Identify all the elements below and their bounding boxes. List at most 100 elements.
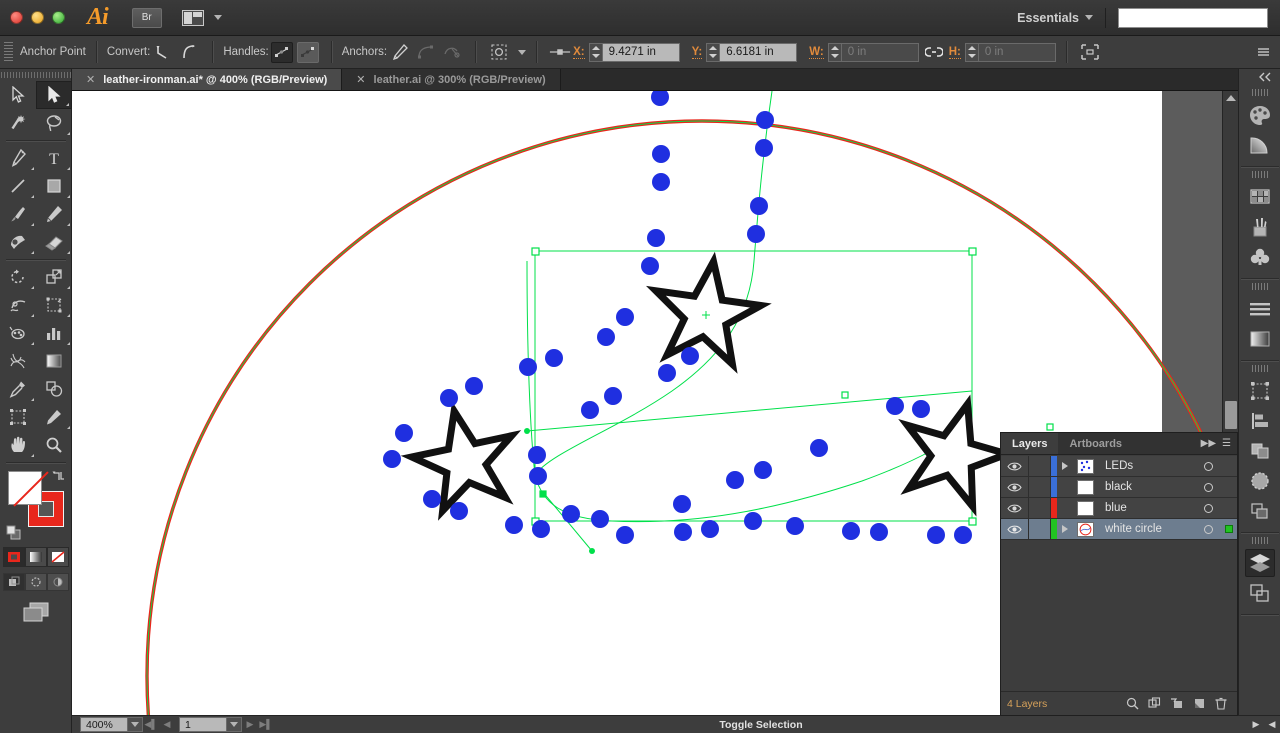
stroke-panel-icon[interactable] bbox=[1245, 295, 1275, 323]
screen-mode-button[interactable] bbox=[0, 601, 71, 623]
status-menu-button[interactable]: ▶ bbox=[1248, 717, 1264, 733]
layer-visibility-toggle[interactable] bbox=[1001, 477, 1029, 497]
symbols-panel-icon[interactable] bbox=[1245, 243, 1275, 271]
layer-name[interactable]: black bbox=[1097, 481, 1195, 493]
line-segment-tool[interactable] bbox=[0, 172, 36, 200]
layer-lock-toggle[interactable] bbox=[1029, 498, 1051, 518]
layer-name[interactable]: blue bbox=[1097, 502, 1195, 514]
magic-wand-tool[interactable] bbox=[0, 109, 36, 137]
scrollbar-thumb[interactable] bbox=[1225, 401, 1237, 429]
collapse-icon[interactable] bbox=[1148, 697, 1161, 710]
gradient-fill-button[interactable] bbox=[24, 547, 47, 567]
layer-expand-arrow[interactable] bbox=[1057, 462, 1073, 470]
tool-flyout-indicator[interactable] bbox=[31, 167, 34, 170]
gradient-panel-icon[interactable] bbox=[1245, 325, 1275, 353]
tool-flyout-indicator[interactable] bbox=[67, 342, 70, 345]
swap-fill-stroke-icon[interactable] bbox=[52, 469, 66, 483]
dock-group-grip[interactable] bbox=[1251, 537, 1268, 544]
direct-selection-tool[interactable] bbox=[36, 81, 72, 109]
make-sublayer-icon[interactable] bbox=[1170, 697, 1184, 710]
swatches-panel-icon[interactable] bbox=[1245, 183, 1275, 211]
slice-tool[interactable] bbox=[36, 403, 72, 431]
layer-visibility-toggle[interactable] bbox=[1001, 498, 1029, 518]
hide-handles-button[interactable] bbox=[296, 41, 319, 63]
artboard-number-input[interactable]: 1 bbox=[179, 717, 227, 732]
previous-artboard-button[interactable]: ◀ bbox=[159, 717, 175, 733]
workspace-switcher[interactable]: Essentials bbox=[1017, 11, 1079, 25]
arrange-documents-button[interactable] bbox=[181, 9, 222, 26]
none-fill-button[interactable] bbox=[46, 547, 69, 567]
y-stepper[interactable] bbox=[706, 42, 720, 62]
tools-panel-grip[interactable] bbox=[0, 69, 71, 81]
layer-target-circle[interactable] bbox=[1195, 461, 1221, 471]
draw-inside-button[interactable] bbox=[46, 573, 69, 591]
go-to-bridge-button[interactable]: Br bbox=[131, 7, 162, 28]
pencil-tool[interactable] bbox=[36, 200, 72, 228]
panel-menu-icon[interactable]: ☰ bbox=[1222, 438, 1231, 449]
document-tab-active[interactable]: ✕ leather-ironman.ai* @ 400% (RGB/Previe… bbox=[72, 69, 343, 90]
tool-flyout-indicator[interactable] bbox=[31, 314, 34, 317]
layer-target-circle[interactable] bbox=[1195, 524, 1221, 534]
close-icon[interactable]: ✕ bbox=[356, 73, 365, 86]
dock-group-grip[interactable] bbox=[1251, 171, 1268, 178]
tool-flyout-indicator[interactable] bbox=[31, 195, 34, 198]
artboard-dropdown[interactable] bbox=[227, 717, 242, 732]
pathfinder-panel-icon[interactable] bbox=[1245, 437, 1275, 465]
eyedropper-tool[interactable] bbox=[0, 375, 36, 403]
document-tab-inactive[interactable]: ✕ leather.ai @ 300% (RGB/Preview) bbox=[342, 69, 561, 90]
blob-brush-tool[interactable] bbox=[0, 228, 36, 256]
layer-row-black[interactable]: black bbox=[1001, 477, 1237, 498]
layers-panel[interactable]: Layers Artboards ▶▶ ☰ LEDs black blue wh… bbox=[1000, 432, 1238, 716]
gradient-tool[interactable] bbox=[36, 347, 72, 375]
brushes-panel-icon[interactable] bbox=[1245, 213, 1275, 241]
convert-to-corner-button[interactable] bbox=[152, 42, 174, 63]
symbol-sprayer-tool[interactable] bbox=[0, 319, 36, 347]
minimize-window-button[interactable] bbox=[31, 11, 44, 24]
last-artboard-button[interactable]: ▶▌ bbox=[258, 717, 274, 733]
tab-artboards[interactable]: Artboards bbox=[1058, 433, 1133, 454]
color-fill-button[interactable] bbox=[2, 547, 25, 567]
tool-flyout-indicator[interactable] bbox=[31, 223, 34, 226]
tab-layers[interactable]: Layers bbox=[1001, 433, 1059, 454]
layer-lock-toggle[interactable] bbox=[1029, 456, 1051, 476]
mesh-tool[interactable] bbox=[0, 347, 36, 375]
close-icon[interactable]: ✕ bbox=[86, 73, 95, 86]
tool-flyout-indicator[interactable] bbox=[67, 426, 70, 429]
artboard-tool[interactable] bbox=[0, 403, 36, 431]
tool-flyout-indicator[interactable] bbox=[31, 454, 34, 457]
pen-tool[interactable] bbox=[0, 144, 36, 172]
layer-lock-toggle[interactable] bbox=[1029, 477, 1051, 497]
collapse-dock-button[interactable] bbox=[1239, 69, 1280, 85]
rectangle-tool[interactable] bbox=[36, 172, 72, 200]
tool-flyout-indicator[interactable] bbox=[31, 398, 34, 401]
tool-flyout-indicator[interactable] bbox=[67, 132, 70, 135]
control-bar-grip[interactable] bbox=[4, 41, 13, 63]
tool-flyout-indicator[interactable] bbox=[31, 286, 34, 289]
tool-flyout-indicator[interactable] bbox=[31, 251, 34, 254]
new-layer-icon[interactable] bbox=[1193, 697, 1206, 710]
paintbrush-tool[interactable] bbox=[0, 200, 36, 228]
x-coordinate-input[interactable]: 9.4271 in bbox=[601, 42, 680, 62]
dock-group-grip[interactable] bbox=[1251, 365, 1268, 372]
control-bar-menu-icon[interactable] bbox=[1252, 42, 1274, 63]
draw-behind-button[interactable] bbox=[24, 573, 47, 591]
free-transform-tool[interactable] bbox=[36, 291, 72, 319]
color-panel-icon[interactable] bbox=[1245, 101, 1275, 129]
rotate-tool[interactable] bbox=[0, 263, 36, 291]
maximize-window-button[interactable] bbox=[52, 11, 65, 24]
layer-target-circle[interactable] bbox=[1195, 482, 1221, 492]
zoom-tool[interactable] bbox=[36, 431, 72, 459]
layer-visibility-toggle[interactable] bbox=[1001, 519, 1029, 539]
expand-panel-icon[interactable]: ▶▶ bbox=[1201, 438, 1216, 449]
dock-group-grip[interactable] bbox=[1251, 283, 1268, 290]
scroll-left-button[interactable]: ◀ bbox=[1264, 717, 1280, 733]
y-coordinate-input[interactable]: 6.6181 in bbox=[719, 42, 798, 62]
close-window-button[interactable] bbox=[10, 11, 23, 24]
scroll-up-arrow-icon[interactable] bbox=[1225, 95, 1236, 101]
convert-to-smooth-button[interactable] bbox=[178, 42, 200, 63]
tool-flyout-indicator[interactable] bbox=[67, 195, 70, 198]
tool-flyout-indicator[interactable] bbox=[31, 342, 34, 345]
chevron-down-icon[interactable] bbox=[518, 49, 527, 55]
layer-target-circle[interactable] bbox=[1195, 503, 1221, 513]
isolate-selected-object-button[interactable] bbox=[488, 42, 510, 63]
